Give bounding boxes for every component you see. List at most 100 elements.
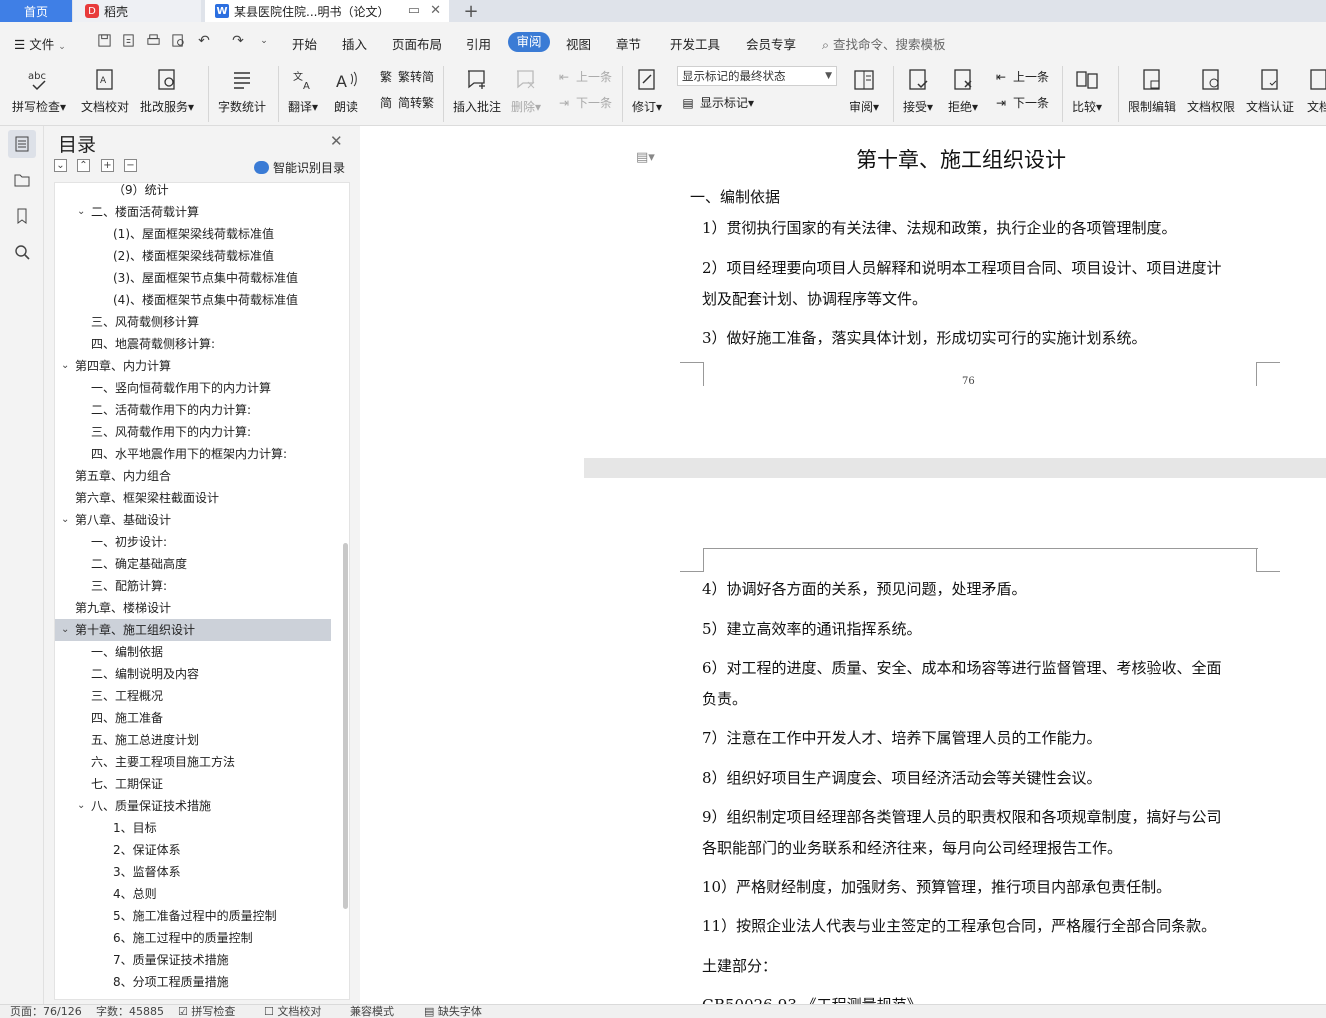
track-changes-button[interactable]: 修订▾: [632, 66, 662, 115]
toc-item[interactable]: 第九章、楼梯设计: [55, 597, 331, 619]
toc-item[interactable]: 七、工期保证: [55, 773, 331, 795]
document-permission-button[interactable]: 文档权限: [1187, 66, 1235, 115]
show-markup-button[interactable]: ▤ 显示标记 ▾: [680, 94, 754, 111]
toc-item[interactable]: 一、编制依据: [55, 641, 331, 663]
proof-status[interactable]: ☐ 文档校对: [264, 1005, 321, 1018]
toc-item[interactable]: 四、地震荷载侧移计算:: [55, 333, 331, 355]
collapse-all-icon[interactable]: ⌄: [54, 159, 67, 172]
toc-item[interactable]: 8、分项工程质量措施: [55, 971, 331, 993]
expand-all-icon[interactable]: ⌃: [77, 159, 90, 172]
menu-review[interactable]: 审阅: [508, 32, 550, 52]
toc-item[interactable]: 4、总则: [55, 883, 331, 905]
prev-comment-button[interactable]: ⇤ 上一条: [556, 68, 612, 85]
tab-daoke[interactable]: D 稻壳: [73, 0, 201, 22]
word-count-button[interactable]: 字数统计: [218, 66, 266, 115]
toc-item[interactable]: 二、活荷载作用下的内力计算:: [55, 399, 331, 421]
missing-font-status[interactable]: ▤ 缺失字体: [424, 1005, 482, 1018]
tab-document[interactable]: W 某县医院住院...明书（论文） ▭ ✕: [205, 0, 449, 22]
search-icon[interactable]: [8, 238, 36, 266]
prev-change-button[interactable]: ⇤ 上一条: [993, 68, 1049, 85]
redo-icon[interactable]: ↷: [230, 33, 246, 49]
print-icon[interactable]: [145, 33, 161, 49]
quick-access-more-icon[interactable]: ⌄: [256, 33, 272, 49]
toc-item[interactable]: 三、风荷载侧移计算: [55, 311, 331, 333]
toc-item[interactable]: 5、施工准备过程中的质量控制: [55, 905, 331, 927]
toc-item[interactable]: ⌄ 第八章、基础设计: [55, 509, 331, 531]
toc-item[interactable]: (1)、屋面框架梁线荷载标准值: [55, 223, 331, 245]
toc-item[interactable]: 一、初步设计:: [55, 531, 331, 553]
close-icon[interactable]: ✕: [330, 132, 343, 150]
toc-item[interactable]: (4)、楼面框架节点集中荷载标准值: [55, 289, 331, 311]
toc-item[interactable]: 三、风荷载作用下的内力计算:: [55, 421, 331, 443]
toc-item[interactable]: 六、主要工程项目施工方法: [55, 751, 331, 773]
more-document-button[interactable]: 文档: [1306, 66, 1326, 115]
toc-item[interactable]: 二、编制说明及内容: [55, 663, 331, 685]
chevron-down-icon[interactable]: ⌄: [61, 619, 69, 641]
chevron-down-icon[interactable]: ⌄: [61, 355, 69, 377]
document-certify-button[interactable]: 文档认证: [1246, 66, 1294, 115]
simp-to-trad-button[interactable]: 简简转繁: [378, 94, 434, 111]
spell-check-status[interactable]: ☑ 拼写检查: [178, 1005, 235, 1018]
batch-service-button[interactable]: 批改服务▾: [140, 66, 194, 115]
file-menu[interactable]: ☰ 文件 ⌄: [14, 34, 66, 53]
toc-item[interactable]: 五、施工总进度计划: [55, 729, 331, 751]
toc-item[interactable]: 四、施工准备: [55, 707, 331, 729]
save-icon[interactable]: [96, 33, 112, 49]
accept-button[interactable]: 接受▾: [903, 66, 933, 115]
toc-item[interactable]: (2)、楼面框架梁线荷载标准值: [55, 245, 331, 267]
toc-item[interactable]: 1、目标: [55, 817, 331, 839]
tab-home[interactable]: 首页: [0, 0, 72, 22]
chevron-down-icon[interactable]: ⌄: [61, 509, 69, 531]
toc-item[interactable]: 2、保证体系: [55, 839, 331, 861]
toc-item[interactable]: 三、配筋计算:: [55, 575, 331, 597]
next-comment-button[interactable]: ⇥ 下一条: [556, 94, 612, 111]
toc-item[interactable]: 第五章、内力组合: [55, 465, 331, 487]
toc-item[interactable]: 3、监督体系: [55, 861, 331, 883]
next-change-button[interactable]: ⇥ 下一条: [993, 94, 1049, 111]
toc-scrollbar[interactable]: [343, 543, 348, 909]
toc-item[interactable]: ⌄ 第四章、内力计算: [55, 355, 331, 377]
menu-page-layout[interactable]: 页面布局: [392, 34, 442, 53]
menu-start[interactable]: 开始: [292, 34, 317, 53]
undo-icon[interactable]: ↶: [196, 33, 212, 49]
word-count-indicator[interactable]: 字数：45885: [96, 1005, 164, 1018]
reject-button[interactable]: 拒绝▾: [948, 66, 978, 115]
toc-panel-icon[interactable]: [8, 130, 36, 158]
remove-heading-icon[interactable]: −: [124, 159, 137, 172]
smart-toc-button[interactable]: 智能识别目录: [254, 159, 345, 176]
trad-to-simp-button[interactable]: 繁繁转简: [378, 68, 434, 85]
toc-item[interactable]: 7、质量保证技术措施: [55, 949, 331, 971]
menu-developer[interactable]: 开发工具: [670, 34, 720, 53]
restrict-editing-button[interactable]: 限制编辑: [1128, 66, 1176, 115]
menu-member[interactable]: 会员专享: [746, 34, 796, 53]
menu-references[interactable]: 引用: [466, 34, 491, 53]
toc-item[interactable]: (3)、屋面框架节点集中荷载标准值: [55, 267, 331, 289]
markup-state-select[interactable]: 显示标记的最终状态 ▼: [677, 66, 837, 86]
tab-pin-icon[interactable]: ▭: [408, 3, 420, 18]
menu-chapter[interactable]: 章节: [616, 34, 641, 53]
toc-item[interactable]: 四、水平地震作用下的框架内力计算:: [55, 443, 331, 465]
command-search[interactable]: ⌕ 查找命令、搜索模板: [822, 34, 946, 53]
chevron-down-icon[interactable]: ⌄: [77, 795, 85, 817]
toc-item[interactable]: 第六章、框架梁柱截面设计: [55, 487, 331, 509]
insert-comment-button[interactable]: 插入批注: [453, 66, 501, 115]
chapter-nav-icon[interactable]: [8, 166, 36, 194]
document-outline-icon[interactable]: ▤▾: [636, 150, 655, 165]
toc-item[interactable]: （9）统计: [55, 183, 331, 201]
menu-insert[interactable]: 插入: [342, 34, 367, 53]
print-preview-icon[interactable]: [170, 33, 186, 49]
read-aloud-button[interactable]: A 朗读: [333, 66, 359, 115]
toc-item[interactable]: 一、竖向恒荷载作用下的内力计算: [55, 377, 331, 399]
tab-close-icon[interactable]: ✕: [430, 3, 441, 18]
chevron-down-icon[interactable]: ⌄: [77, 201, 85, 223]
toc-item[interactable]: ⌄ 八、质量保证技术措施: [55, 795, 331, 817]
spell-check-button[interactable]: abc 拼写检查▾: [12, 66, 66, 115]
toc-item[interactable]: ⌄ 第十章、施工组织设计: [55, 619, 331, 641]
page-indicator[interactable]: 页面：76/126: [10, 1005, 82, 1018]
document-proof-button[interactable]: A 文档校对: [81, 66, 129, 115]
document-page[interactable]: 4）协调好各方面的关系，预见问题，处理矛盾。 5）建立高效率的通讯指挥系统。 6…: [584, 478, 1326, 1004]
toc-item[interactable]: ⌄ 二、楼面活荷载计算: [55, 201, 331, 223]
review-pane-button[interactable]: 审阅▾: [849, 66, 879, 115]
bookmark-icon[interactable]: [8, 202, 36, 230]
menu-view[interactable]: 视图: [566, 34, 591, 53]
